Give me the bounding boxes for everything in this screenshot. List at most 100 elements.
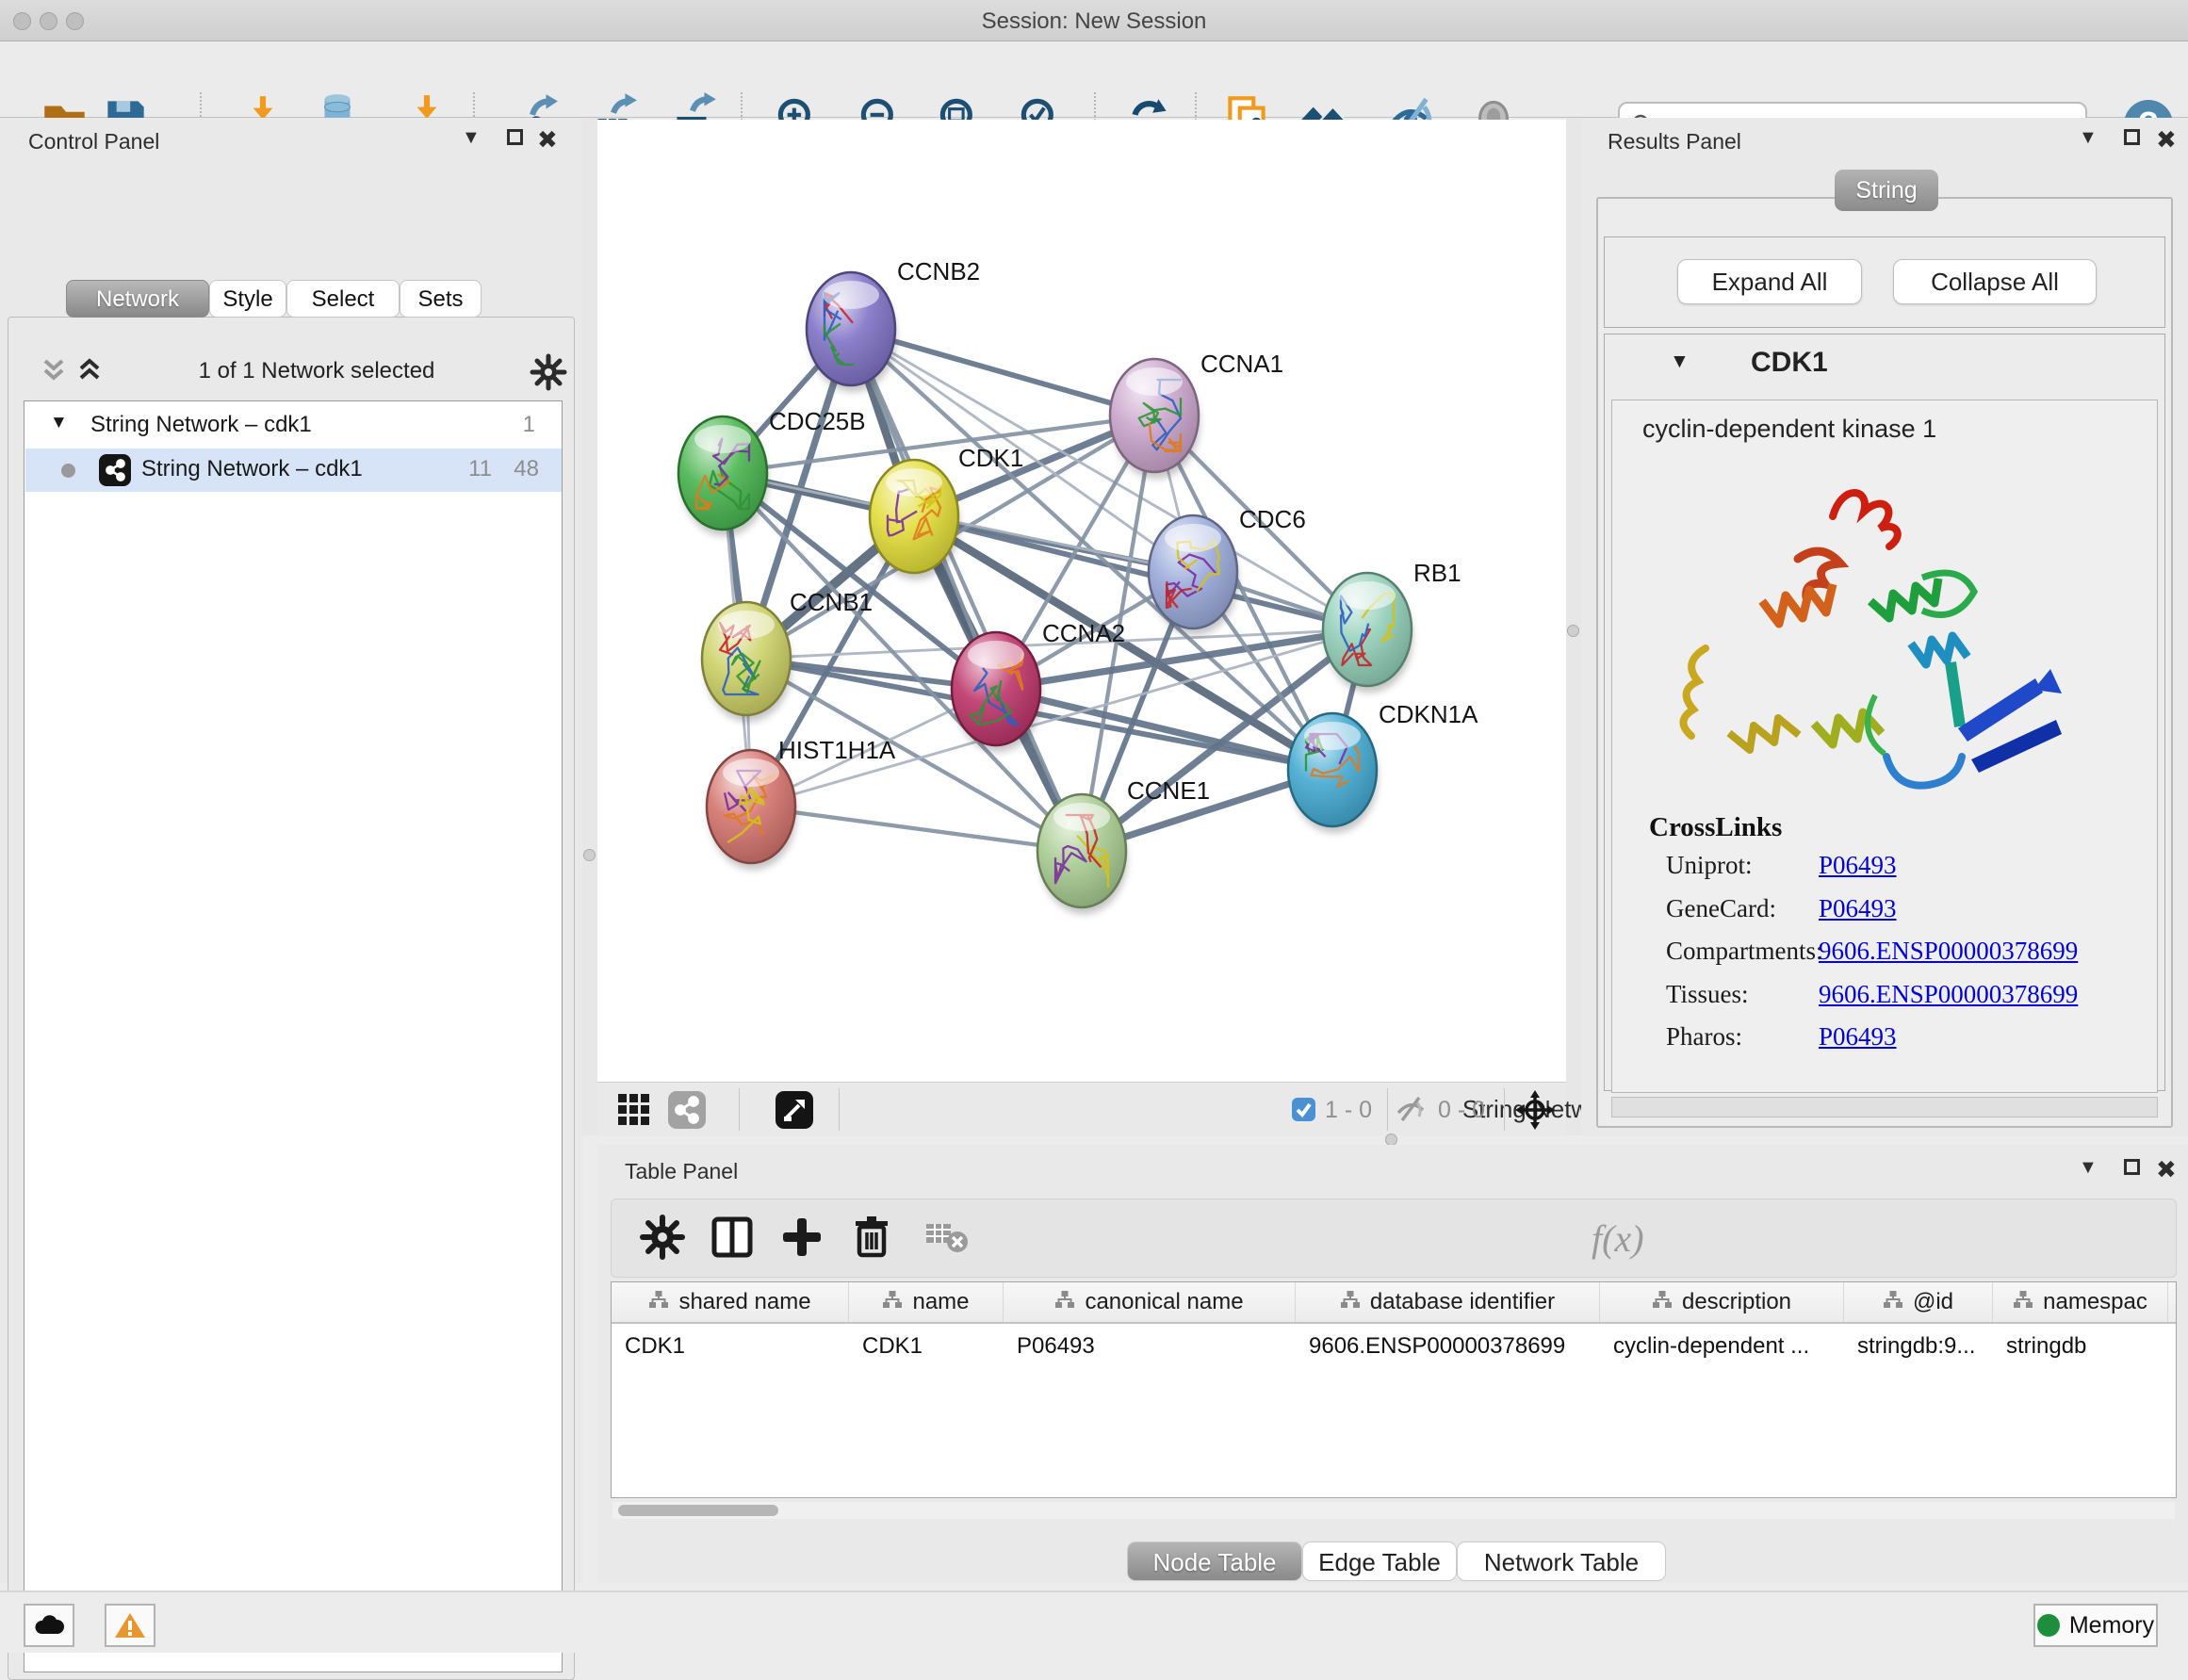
- scrollbar-thumb[interactable]: [618, 1505, 778, 1516]
- column-header-namespac[interactable]: namespac: [1993, 1282, 2168, 1322]
- panel-menu-icon[interactable]: ▼: [2079, 1157, 2098, 1179]
- column-header-canonical-name[interactable]: canonical name: [1004, 1282, 1296, 1322]
- collapse-all-button[interactable]: Collapse All: [1893, 259, 2097, 304]
- network-row[interactable]: String Network – cdk1 11 48: [25, 449, 562, 492]
- column-header-shared-name[interactable]: shared name: [612, 1282, 849, 1322]
- network-node-CDKN1A[interactable]: [1288, 713, 1378, 833]
- panel-close-icon[interactable]: ✖: [2156, 1155, 2177, 1184]
- network-canvas[interactable]: CCNB2CCNA1CDC25BCDK1CDC6RB1CCNB1CCNA2CDK…: [597, 120, 1566, 1082]
- memory-status-icon: [2037, 1614, 2060, 1637]
- cloud-icon: [32, 1613, 66, 1638]
- node-label-CCNE1: CCNE1: [1127, 776, 1210, 805]
- toolbar-separator: [739, 1088, 740, 1131]
- panel-close-icon[interactable]: ✖: [537, 125, 558, 155]
- network-node-HIST1H1A[interactable]: [707, 750, 796, 870]
- toolbar-separator: [1387, 1088, 1388, 1131]
- table-row[interactable]: CDK1CDK1P064939606.ENSP00000378699cyclin…: [612, 1326, 2176, 1367]
- birds-eye-crosshair-icon[interactable]: [1515, 1090, 1555, 1130]
- crosslink-link[interactable]: 9606.ENSP00000378699: [1819, 937, 2078, 966]
- tab-node-table[interactable]: Node Table: [1127, 1541, 1302, 1581]
- column-header-description[interactable]: description: [1600, 1282, 1844, 1322]
- expand-all-button[interactable]: Expand All: [1677, 259, 1862, 304]
- node-label-CDC6: CDC6: [1239, 505, 1306, 533]
- entry-expander-icon[interactable]: ▼: [1670, 351, 1690, 373]
- right-splitter[interactable]: [1566, 118, 1581, 1135]
- network-selection-status: 1 of 1 Network selected: [185, 358, 449, 384]
- network-options-gear-icon[interactable]: [530, 353, 567, 396]
- create-column-icon[interactable]: [777, 1213, 826, 1262]
- show-columns-icon[interactable]: [708, 1213, 757, 1262]
- panel-float-icon[interactable]: [507, 129, 523, 145]
- collection-expander-icon[interactable]: ▼: [50, 413, 68, 433]
- network-node-CCNE1[interactable]: [1037, 794, 1127, 914]
- network-node-CDC6[interactable]: [1149, 515, 1238, 635]
- tab-network[interactable]: Network: [66, 280, 209, 318]
- tab-style[interactable]: Style: [209, 280, 286, 318]
- selected-node-edge-counts: 1 - 0: [1325, 1097, 1372, 1124]
- crosslink-link[interactable]: 9606.ENSP00000378699: [1819, 980, 2078, 1009]
- network-label: String Network – cdk1: [141, 456, 363, 482]
- horizontal-splitter[interactable]: [597, 1135, 2188, 1145]
- column-type-icon: [2013, 1289, 2033, 1315]
- crosslink-link[interactable]: P06493: [1819, 1022, 1897, 1052]
- selected-checkbox-icon[interactable]: [1291, 1097, 1316, 1127]
- table-cell: CDK1: [612, 1326, 849, 1367]
- tab-string[interactable]: String: [1835, 170, 1938, 211]
- node-label-HIST1H1A: HIST1H1A: [778, 736, 896, 764]
- table-cell: P06493: [1004, 1326, 1296, 1367]
- collection-count: 1: [501, 412, 535, 438]
- node-label-CCNB2: CCNB2: [897, 257, 980, 285]
- panel-menu-icon[interactable]: ▼: [2079, 127, 2098, 149]
- table-settings-gear-icon[interactable]: [638, 1213, 687, 1262]
- cloud-sync-button[interactable]: [24, 1604, 74, 1647]
- network-node-CDK1[interactable]: [870, 460, 959, 579]
- network-collection-row[interactable]: ▼ String Network – cdk1 1: [25, 405, 562, 449]
- network-node-CCNA2[interactable]: [952, 632, 1041, 752]
- network-node-CDC25B[interactable]: [678, 416, 768, 536]
- panel-close-icon[interactable]: ✖: [2156, 125, 2177, 155]
- tab-edge-table[interactable]: Edge Table: [1302, 1541, 1457, 1581]
- collapse-all-networks-icon[interactable]: [38, 357, 70, 390]
- table-cell: CDK1: [849, 1326, 1004, 1367]
- table-horizontal-scrollbar[interactable]: [612, 1502, 2175, 1519]
- collection-label: String Network – cdk1: [90, 412, 312, 438]
- open-in-window-icon[interactable]: [775, 1090, 814, 1130]
- network-edge[interactable]: [851, 329, 1082, 851]
- hidden-eye-icon[interactable]: [1395, 1095, 1427, 1128]
- network-node-RB1[interactable]: [1323, 573, 1412, 693]
- column-type-icon: [1652, 1289, 1673, 1315]
- column-type-icon: [1883, 1289, 1903, 1315]
- warnings-button[interactable]: [105, 1604, 155, 1647]
- column-header-@id[interactable]: @id: [1844, 1282, 1993, 1322]
- function-builder-icon[interactable]: f(x): [1592, 1216, 1644, 1261]
- window-title: Session: New Session: [0, 8, 2188, 35]
- delete-table-icon[interactable]: [923, 1213, 972, 1262]
- crosslink-link[interactable]: P06493: [1819, 894, 1897, 923]
- tab-select[interactable]: Select: [286, 280, 400, 318]
- control-panel: Control Panel ▼ ✖ NetworkStyleSelectSets…: [0, 118, 582, 1583]
- panel-menu-icon[interactable]: ▼: [462, 127, 481, 149]
- grid-view-icon[interactable]: [614, 1090, 654, 1130]
- network-node-CCNB2[interactable]: [807, 272, 896, 392]
- tab-sets[interactable]: Sets: [400, 280, 482, 318]
- panel-float-icon[interactable]: [2124, 1159, 2140, 1175]
- memory-button[interactable]: Memory: [2033, 1604, 2158, 1647]
- network-node-CCNA1[interactable]: [1110, 359, 1200, 479]
- tab-network-table[interactable]: Network Table: [1457, 1541, 1666, 1581]
- crosslinks-title: CrossLinks: [1649, 812, 1782, 843]
- results-scrollbar[interactable]: [1611, 1097, 2158, 1117]
- panel-float-icon[interactable]: [2124, 129, 2140, 145]
- left-splitter[interactable]: [582, 118, 597, 1135]
- crosslink-link[interactable]: P06493: [1819, 851, 1897, 880]
- network-edge[interactable]: [751, 807, 1082, 851]
- crosslink-label: Tissues:: [1666, 980, 1749, 1009]
- network-share-icon[interactable]: [667, 1090, 707, 1130]
- column-header-name[interactable]: name: [849, 1282, 1004, 1322]
- crosslink-label: GeneCard:: [1666, 894, 1776, 923]
- network-node-CCNB1[interactable]: [702, 602, 792, 722]
- column-header-database-identifier[interactable]: database identifier: [1296, 1282, 1600, 1322]
- column-type-icon: [1054, 1289, 1075, 1315]
- node-table: shared namenamecanonical namedatabase id…: [611, 1281, 2177, 1498]
- delete-column-icon[interactable]: [847, 1213, 896, 1262]
- expand-all-networks-icon[interactable]: [73, 357, 106, 390]
